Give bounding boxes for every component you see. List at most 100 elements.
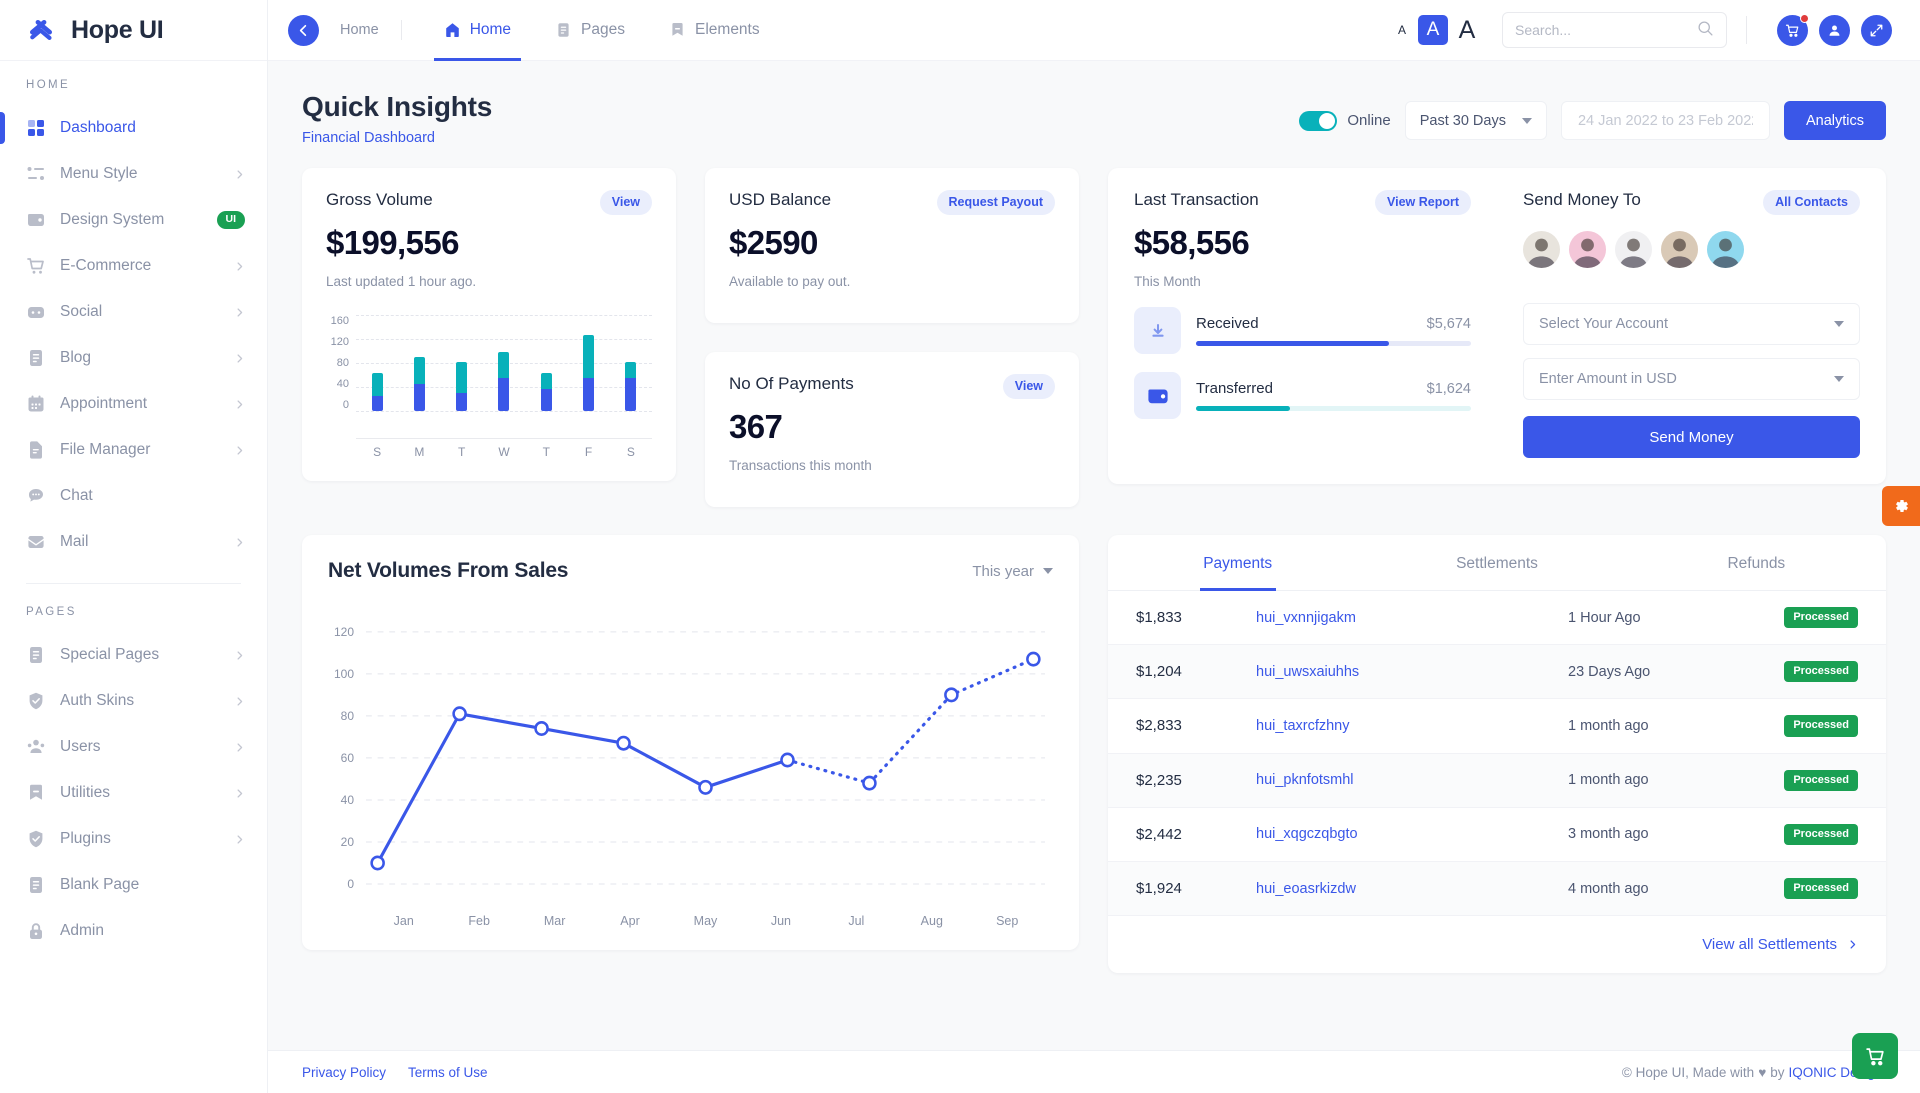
sidebar-item-mail[interactable]: Mail [0, 519, 267, 565]
bar-y-tick-0: 160 [330, 315, 349, 327]
font-size-medium-button[interactable]: A [1418, 15, 1448, 45]
chevron-right-icon [237, 261, 243, 271]
fullscreen-button[interactable] [1861, 14, 1892, 46]
home-item-label-4: Social [60, 303, 103, 320]
no-of-payments-value: 367 [729, 408, 783, 445]
net-volumes-range-select[interactable]: This year [972, 563, 1053, 580]
request-payout-button[interactable]: Request Payout [936, 190, 1055, 215]
avatar-4[interactable] [1707, 231, 1744, 268]
topnav-home[interactable]: Home [422, 0, 533, 61]
table-row[interactable]: $1,204 hui_uwsxaiuhhs 23 Days Ago Proces… [1108, 645, 1886, 700]
sidebar-item-menu-style[interactable]: Menu Style [0, 151, 267, 197]
table-row[interactable]: $2,833 hui_taxrcfzhny 1 month ago Proces… [1108, 699, 1886, 754]
cart-button[interactable] [1777, 13, 1809, 46]
line-series-dotted [785, 657, 1035, 785]
net-volumes-line-chart: 0 20 40 60 80 100 120 [328, 601, 1053, 904]
privacy-policy-link[interactable]: Privacy Policy [302, 1065, 386, 1080]
sidebar-item-utilities[interactable]: Utilities [0, 770, 267, 816]
sidebar-item-special-pages[interactable]: Special Pages [0, 632, 267, 678]
row-id-5[interactable]: hui_eoasrkizdw [1256, 881, 1568, 897]
bar-column-2 [441, 315, 483, 411]
sidebar-item-social[interactable]: Social [0, 289, 267, 335]
sidebar-item-chat[interactable]: Chat [0, 473, 267, 519]
profile-button[interactable] [1819, 14, 1850, 46]
topnav-pages[interactable]: Pages [533, 0, 647, 61]
gross-volume-view-button[interactable]: View [599, 190, 652, 215]
view-all-settlements-link[interactable]: View all Settlements [1702, 936, 1858, 953]
row-id-2[interactable]: hui_taxrcfzhny [1256, 718, 1568, 734]
last-transaction-note: This Month [1134, 274, 1201, 289]
line-x-tick-8: Sep [996, 914, 1019, 928]
table-row[interactable]: $1,924 hui_eoasrkizdw 4 month ago Proces… [1108, 861, 1886, 917]
last-transaction-value: $58,556 [1134, 224, 1250, 261]
analytics-button[interactable]: Analytics [1783, 101, 1886, 140]
avatar-2[interactable] [1615, 231, 1652, 268]
line-x-tick-0: Jan [393, 914, 414, 928]
row-time-0: 1 Hour Ago [1568, 609, 1641, 626]
tab-payments[interactable]: Payments [1108, 535, 1367, 590]
avatar-1[interactable] [1569, 231, 1606, 268]
sidebar-item-auth-skins[interactable]: Auth Skins [0, 678, 267, 724]
font-size-small-button[interactable]: A [1392, 20, 1412, 40]
row-status-2: Processed [1758, 715, 1858, 737]
sidebar-item-blog[interactable]: Blog [0, 335, 267, 381]
bookmark-icon [26, 783, 46, 803]
select-account-field[interactable]: Select Your Account [1523, 303, 1860, 345]
settings-fab-button[interactable] [1882, 486, 1920, 526]
list-icon [26, 164, 46, 184]
sidebar-item-e-commerce[interactable]: E-Commerce [0, 243, 267, 289]
send-money-button[interactable]: Send Money [1523, 416, 1860, 458]
row-amount-3: $2,235 [1136, 771, 1182, 789]
view-report-button[interactable]: View Report [1374, 190, 1471, 215]
font-size-large-button[interactable]: A [1454, 16, 1480, 44]
stats-row: Gross Volume View $199,556 Last updated … [302, 168, 1886, 507]
row-id-1[interactable]: hui_uwsxaiuhhs [1256, 664, 1568, 680]
date-range-select[interactable]: Past 30 Days [1404, 101, 1547, 140]
breadcrumb[interactable]: Home [340, 20, 402, 40]
row-id-0[interactable]: hui_vxnnjigakm [1256, 610, 1568, 626]
enter-amount-field[interactable]: Enter Amount in USD [1523, 358, 1860, 400]
bar-chart-y-axis: 160 120 80 40 0 [326, 315, 356, 411]
terms-of-use-link[interactable]: Terms of Use [408, 1065, 488, 1080]
sidebar-item-plugins[interactable]: Plugins [0, 816, 267, 862]
content-area: Quick Insights Financial Dashboard Onlin… [268, 61, 1920, 1050]
chevron-down-icon [1521, 117, 1532, 124]
back-button[interactable] [288, 14, 319, 46]
line-point-7 [944, 687, 959, 703]
sidebar-item-dashboard[interactable]: Dashboard [0, 105, 267, 151]
tab-settlements[interactable]: Settlements [1367, 535, 1626, 590]
sidebar-item-admin[interactable]: Admin [0, 908, 267, 954]
row-id-3[interactable]: hui_pknfotsmhl [1256, 772, 1568, 788]
sidebar-item-users[interactable]: Users [0, 724, 267, 770]
table-row[interactable]: $2,235 hui_pknfotsmhl 1 month ago Proces… [1108, 753, 1886, 808]
table-row[interactable]: $1,833 hui_vxnnjigakm 1 Hour Ago Process… [1108, 591, 1886, 646]
net-volumes-header: Net Volumes From Sales This year [302, 535, 1079, 583]
online-toggle[interactable] [1299, 110, 1338, 131]
all-contacts-button[interactable]: All Contacts [1763, 190, 1860, 215]
tab-refunds[interactable]: Refunds [1627, 535, 1886, 590]
gross-volume-value: $199,556 [326, 224, 459, 261]
avatar-0[interactable] [1523, 231, 1560, 268]
avatar-3[interactable] [1661, 231, 1698, 268]
topnav-elements[interactable]: Elements [647, 0, 782, 61]
no-of-payments-title: No Of Payments [729, 374, 854, 393]
search-input[interactable] [1515, 22, 1689, 38]
table-row[interactable]: $2,442 hui_xqgczqbgto 3 month ago Proces… [1108, 808, 1886, 862]
cart-fab-button[interactable] [1852, 1033, 1898, 1079]
brand[interactable]: Hope UI [0, 0, 267, 61]
home-item-label-6: Appointment [60, 395, 148, 412]
no-of-payments-view-button[interactable]: View [1002, 374, 1055, 399]
home-item-label-3: E-Commerce [60, 257, 152, 274]
sidebar-item-file-manager[interactable]: File Manager [0, 427, 267, 473]
gross-volume-card: Gross Volume View $199,556 Last updated … [302, 168, 676, 481]
row-id-4[interactable]: hui_xqgczqbgto [1256, 826, 1568, 842]
transactions-footer: View all Settlements [1108, 916, 1886, 973]
sidebar-item-design-system[interactable]: Design System UI [0, 197, 267, 243]
sidebar-item-appointment[interactable]: Appointment [0, 381, 267, 427]
date-range-input[interactable] [1560, 101, 1770, 140]
search-box[interactable] [1502, 12, 1727, 48]
transaction-body-0: Received $5,674 [1196, 315, 1471, 346]
page-subtitle-link[interactable]: Financial Dashboard [302, 130, 492, 146]
topnav-label-2: Elements [695, 21, 760, 38]
sidebar-item-blank-page[interactable]: Blank Page [0, 862, 267, 908]
